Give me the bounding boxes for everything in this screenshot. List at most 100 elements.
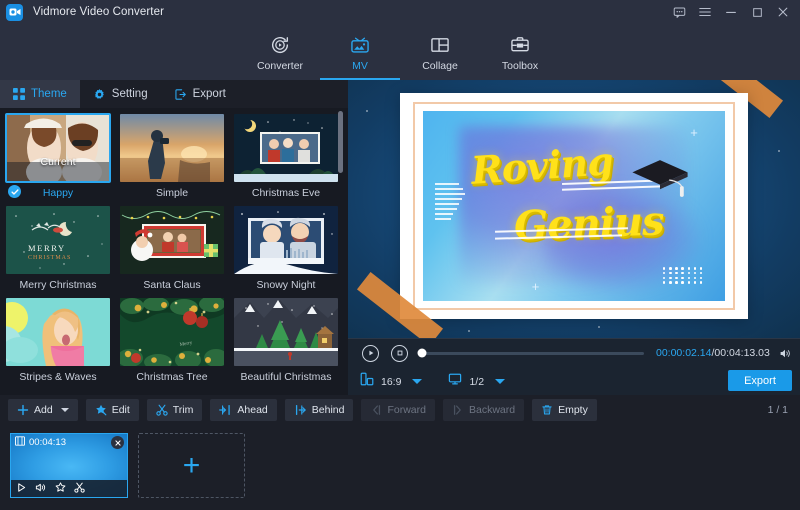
svg-text:MERRY: MERRY bbox=[28, 243, 66, 253]
theme-label: Beautiful Christmas bbox=[234, 370, 338, 384]
theme-item-happy[interactable]: Current Happy bbox=[6, 114, 110, 200]
backward-button[interactable]: Backward bbox=[443, 399, 524, 421]
theme-item-snowy-night[interactable]: Snowy Night bbox=[234, 206, 338, 292]
volume-icon[interactable] bbox=[778, 347, 792, 360]
nav-item-collage[interactable]: Collage bbox=[400, 24, 480, 80]
tab-export[interactable]: Export bbox=[161, 80, 239, 108]
theme-label: Christmas Eve bbox=[234, 186, 338, 200]
clip-effect-icon[interactable] bbox=[55, 480, 66, 498]
plus-decoration-top: + bbox=[690, 126, 698, 139]
behind-button[interactable]: Behind bbox=[285, 399, 354, 421]
quality-control[interactable]: 1/2 bbox=[448, 372, 505, 391]
insert-ahead-icon bbox=[219, 404, 232, 416]
timeline-clip[interactable]: 00:04:13 bbox=[10, 433, 128, 498]
edit-button[interactable]: Edit bbox=[86, 399, 139, 421]
theme-label: Happy bbox=[6, 186, 110, 200]
theme-label: Snowy Night bbox=[234, 278, 338, 292]
feedback-icon[interactable] bbox=[666, 0, 692, 24]
theme-thumbnail[interactable] bbox=[234, 206, 338, 274]
plus-icon: + bbox=[183, 451, 201, 481]
theme-thumbnail[interactable]: Current bbox=[6, 114, 110, 182]
nav-label-toolbox: Toolbox bbox=[502, 60, 538, 72]
move-forward-icon bbox=[370, 404, 382, 416]
trim-button[interactable]: Trim bbox=[147, 399, 203, 421]
theme-label: Santa Claus bbox=[120, 278, 224, 292]
theme-scroll-area[interactable]: Current Happy bbox=[0, 108, 348, 395]
collage-icon bbox=[429, 33, 451, 57]
graduation-cap-icon bbox=[628, 157, 692, 203]
theme-item-stripes-waves[interactable]: Stripes & Waves bbox=[6, 298, 110, 384]
theme-item-beautiful-christmas[interactable]: Beautiful Christmas bbox=[234, 298, 338, 384]
clip-play-icon[interactable] bbox=[16, 480, 27, 498]
progress-slider[interactable] bbox=[422, 352, 644, 355]
minimize-icon[interactable] bbox=[718, 0, 744, 24]
add-button[interactable]: Add bbox=[8, 399, 78, 421]
theme-thumbnail[interactable]: MERRY CHRISTMAS bbox=[6, 206, 110, 274]
nav-label-collage: Collage bbox=[422, 60, 458, 72]
scissors-icon bbox=[156, 404, 168, 416]
timecode-display: 00:00:02.14/00:04:13.03 bbox=[656, 347, 770, 359]
theme-thumbnail[interactable] bbox=[120, 206, 224, 274]
tab-setting[interactable]: Setting bbox=[80, 80, 161, 108]
chevron-down-icon[interactable] bbox=[61, 408, 69, 412]
theme-item-merry-christmas[interactable]: MERRY CHRISTMAS Merry Christmas bbox=[6, 206, 110, 292]
player-options-row: 16:9 1/2 Export bbox=[348, 367, 800, 396]
tab-theme[interactable]: Theme bbox=[0, 80, 80, 108]
theme-thumbnail[interactable] bbox=[234, 298, 338, 366]
export-button[interactable]: Export bbox=[728, 370, 792, 391]
dot-pattern bbox=[663, 267, 704, 284]
theme-thumbnail[interactable]: Merry bbox=[120, 298, 224, 366]
backward-button-label: Backward bbox=[469, 404, 515, 416]
theme-thumbnail[interactable] bbox=[120, 114, 224, 182]
behind-button-label: Behind bbox=[312, 404, 345, 416]
chevron-down-icon[interactable] bbox=[412, 379, 422, 384]
nav-label-converter: Converter bbox=[257, 60, 303, 72]
stop-icon[interactable] bbox=[391, 345, 408, 362]
theme-scrollbar[interactable] bbox=[338, 111, 343, 173]
timeline-area: 00:04:13 + bbox=[0, 425, 800, 510]
preview-frame-inner-border: Roving Genius bbox=[413, 102, 735, 310]
current-time: 00:00:02.14 bbox=[656, 347, 711, 359]
chevron-down-icon[interactable] bbox=[495, 379, 505, 384]
clip-trim-icon[interactable] bbox=[74, 480, 85, 498]
clip-volume-icon[interactable] bbox=[35, 480, 47, 498]
nav-item-toolbox[interactable]: Toolbox bbox=[480, 24, 560, 80]
add-media-slot[interactable]: + bbox=[138, 433, 245, 498]
trim-button-label: Trim bbox=[173, 404, 194, 416]
theme-label: Merry Christmas bbox=[6, 278, 110, 292]
add-button-label: Add bbox=[34, 404, 53, 416]
play-icon[interactable] bbox=[362, 345, 379, 362]
app-title: Vidmore Video Converter bbox=[33, 6, 164, 18]
theme-grid: Current Happy bbox=[6, 114, 348, 384]
video-preview[interactable]: Roving Genius bbox=[348, 80, 800, 338]
nav-label-mv: MV bbox=[352, 60, 368, 72]
menu-icon[interactable] bbox=[692, 0, 718, 24]
empty-button[interactable]: Empty bbox=[532, 399, 597, 421]
progress-knob[interactable] bbox=[418, 349, 427, 358]
sub-tabs: Theme Setting Export bbox=[0, 80, 348, 108]
title-bar: Vidmore Video Converter bbox=[0, 0, 800, 24]
tab-export-label: Export bbox=[193, 88, 226, 100]
maximize-icon[interactable] bbox=[744, 0, 770, 24]
nav-item-converter[interactable]: Converter bbox=[240, 24, 320, 80]
theme-label: Simple bbox=[120, 186, 224, 200]
close-icon[interactable] bbox=[770, 0, 796, 24]
theme-thumbnail[interactable] bbox=[6, 298, 110, 366]
aspect-ratio-control[interactable]: 16:9 bbox=[360, 372, 422, 391]
preview-title-line2: Genius bbox=[513, 198, 664, 250]
theme-panel: Theme Setting Export bbox=[0, 80, 348, 395]
monitor-icon bbox=[448, 372, 462, 391]
theme-thumbnail[interactable] bbox=[234, 114, 338, 182]
forward-button-label: Forward bbox=[387, 404, 426, 416]
aspect-ratio-value: 16:9 bbox=[381, 376, 401, 388]
tab-theme-label: Theme bbox=[31, 88, 67, 100]
theme-item-christmas-tree[interactable]: Merry Christmas Tree bbox=[120, 298, 224, 384]
ahead-button[interactable]: Ahead bbox=[210, 399, 276, 421]
clip-close-icon[interactable] bbox=[111, 436, 124, 449]
theme-item-santa-claus[interactable]: Santa Claus bbox=[120, 206, 224, 292]
mv-icon bbox=[349, 33, 371, 57]
nav-item-mv[interactable]: MV bbox=[320, 24, 400, 80]
theme-item-christmas-eve[interactable]: Christmas Eve bbox=[234, 114, 338, 200]
theme-item-simple[interactable]: Simple bbox=[120, 114, 224, 200]
forward-button[interactable]: Forward bbox=[361, 399, 435, 421]
